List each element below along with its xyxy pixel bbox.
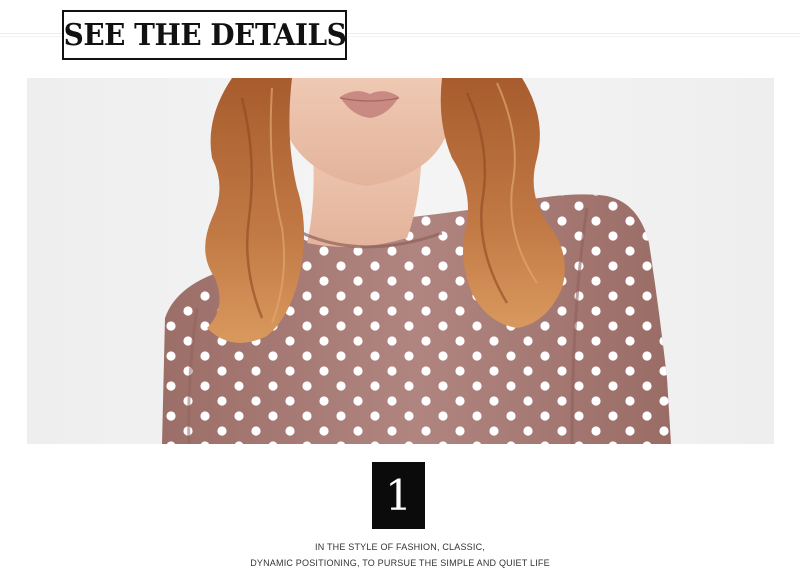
- section-title: SEE THE DETAILS: [63, 17, 346, 53]
- feature-number: 1: [385, 470, 412, 520]
- feature-number-badge: 1: [372, 462, 425, 529]
- feature-caption-line-1: IN THE STYLE OF FASHION, CLASSIC,: [315, 542, 485, 552]
- hair-left: [205, 78, 305, 343]
- product-detail-photo: [27, 78, 774, 444]
- model-illustration: [27, 78, 774, 444]
- section-title-box: SEE THE DETAILS: [62, 10, 347, 60]
- product-detail-page: SEE THE DETAILS 1 IN THE STYLE OF FASHIO…: [0, 0, 800, 582]
- feature-caption-line-2: DYNAMIC POSITIONING, TO PURSUE THE SIMPL…: [250, 558, 550, 568]
